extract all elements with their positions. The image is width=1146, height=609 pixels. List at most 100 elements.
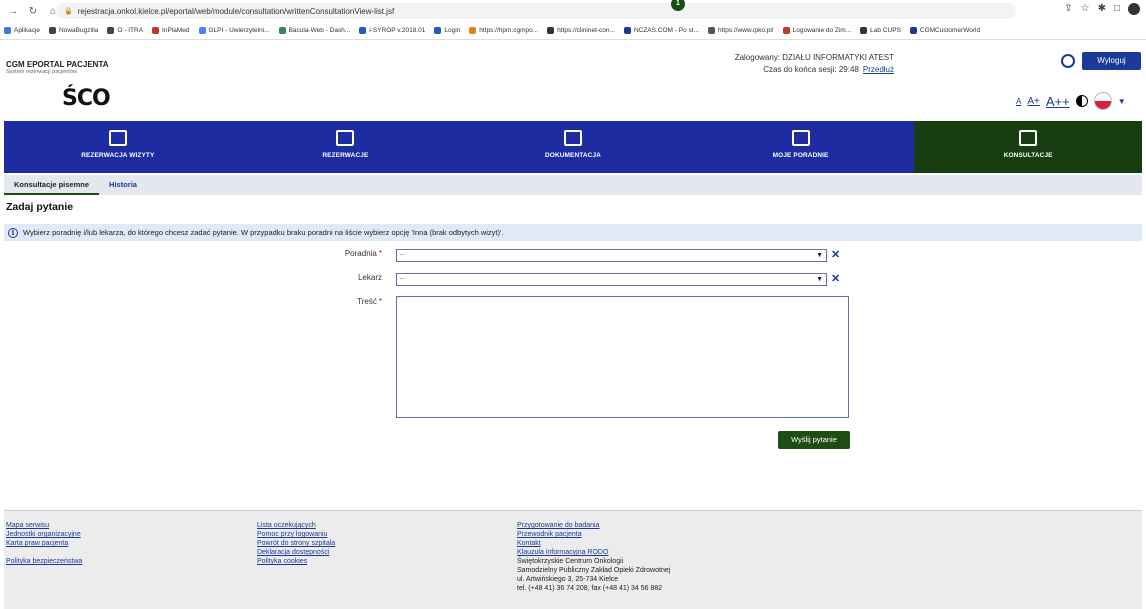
footer-text: Świętokrzyskie Centrum Onkologii xyxy=(517,558,624,565)
bookmark-item[interactable]: Lab CUPS xyxy=(860,27,901,34)
bookmark-item[interactable]: https://hpm.cgmpo... xyxy=(469,27,538,34)
nav-rezerwacja-wizyty[interactable]: REZERWACJA WIZYTY xyxy=(4,121,232,173)
font-small-button[interactable]: A xyxy=(1016,97,1021,106)
footer-link[interactable]: Polityka cookies xyxy=(257,557,335,566)
bookmark-label: Aplikacje xyxy=(14,27,41,34)
bookmark-favicon-icon xyxy=(278,27,286,34)
hospital-icon xyxy=(791,130,810,146)
font-medium-button[interactable]: A+ xyxy=(1027,96,1040,107)
page-title: Zadaj pytanie xyxy=(6,201,74,213)
logged-label: Zalogowany: xyxy=(734,53,781,62)
bookmark-item[interactable]: CGMCustomerWorld xyxy=(909,27,980,34)
reload-icon[interactable]: ↻ xyxy=(26,6,40,17)
bookmark-favicon-icon xyxy=(107,27,115,34)
bookmark-favicon-icon xyxy=(623,27,631,34)
nav-dokumentacja[interactable]: DOKUMENTACJA xyxy=(459,121,687,173)
url-field[interactable]: 🔒 rejestracja.onkol.kielce.pl/eportal/we… xyxy=(56,3,1016,19)
url-text: rejestracja.onkol.kielce.pl/eportal/web/… xyxy=(77,6,395,16)
tab-konsultacje-pisemne[interactable]: Konsultacje pisemne xyxy=(4,175,100,195)
polish-flag-icon[interactable] xyxy=(1093,92,1112,110)
nav-konsultacje[interactable]: KONSULTACJE xyxy=(914,121,1142,173)
accessibility-controls: A A+ A++ ▼ xyxy=(1016,92,1126,110)
extensions-icon[interactable]: ✱ xyxy=(1098,3,1106,15)
required-mark: * xyxy=(378,297,382,306)
user-circle-icon[interactable] xyxy=(1061,54,1075,68)
footer-link[interactable]: Jednostki organizacyjne xyxy=(6,530,82,539)
footer-link[interactable]: Polityka bezpieczeństwa xyxy=(6,557,82,566)
profile-avatar[interactable] xyxy=(1128,3,1140,15)
question-textarea[interactable] xyxy=(396,296,849,418)
extend-session-link[interactable]: Przedłuż xyxy=(863,65,894,74)
nav-label: REZERWACJA WIZYTY xyxy=(81,152,155,159)
footer-link[interactable]: Pomoc przy logowaniu xyxy=(257,530,335,539)
footer-col-1: Mapa serwisu Jednostki organizacyjne Kar… xyxy=(6,521,82,566)
bookmark-label: O - ITRA xyxy=(117,27,144,34)
clear-clinic-icon[interactable]: ✕ xyxy=(831,249,840,261)
nav-label: REZERWACJE xyxy=(322,152,369,159)
footer-link[interactable]: Przygotowanie do badania xyxy=(517,521,670,530)
font-large-button[interactable]: A++ xyxy=(1046,94,1070,109)
nav-moje-poradnie[interactable]: MOJE PORADNIE xyxy=(687,121,915,173)
send-question-button[interactable]: Wyślij pytanie xyxy=(778,431,850,449)
footer-link[interactable]: Lista oczekujących xyxy=(257,521,335,530)
bookmark-item[interactable]: NowaBugzilla xyxy=(49,27,98,34)
clinic-label: Poradnia * xyxy=(262,249,382,258)
bookmark-item[interactable]: Bacula-Web - Dash... xyxy=(278,27,351,34)
contrast-icon[interactable] xyxy=(1075,95,1088,107)
bookmark-item[interactable]: InPlaMed xyxy=(152,27,190,34)
bookmark-favicon-icon xyxy=(152,27,160,34)
clinic-label-text: Poradnia xyxy=(344,249,377,258)
info-text: Wybierz poradnię i/lub lekarza, do które… xyxy=(23,228,504,237)
nav-label: KONSULTACJE xyxy=(1003,152,1053,159)
nav-label: DOKUMENTACJA xyxy=(545,152,601,159)
bookmark-item[interactable]: i-SYROP v.2018.01 xyxy=(359,27,425,34)
bookmark-item[interactable]: https://clininet-con... xyxy=(547,27,615,34)
bookmark-item[interactable]: NCZAS.COM - Po st... xyxy=(623,27,699,34)
bookmark-item[interactable]: O - ITRA xyxy=(107,27,143,34)
bookmark-item[interactable]: Login xyxy=(434,27,460,34)
doctor-select[interactable]: -- ▼ xyxy=(396,273,827,286)
star-icon[interactable]: ☆ xyxy=(1081,3,1090,15)
session-label: Czas do końca sesji: xyxy=(763,65,837,74)
clinic-select[interactable]: -- ▼ xyxy=(396,249,827,262)
logout-button[interactable]: Wyloguj xyxy=(1082,52,1141,70)
tab-historia[interactable]: Historia xyxy=(99,175,147,195)
bookmark-favicon-icon xyxy=(547,27,555,34)
nav-rezerwacje[interactable]: REZERWACJE xyxy=(232,121,460,173)
footer-text: Samodzielny Publiczny Zakład Opieki Zdro… xyxy=(517,567,671,574)
footer-link[interactable]: Deklaracja dostępności xyxy=(257,548,335,557)
bookmark-label: https://hpm.cgmpo... xyxy=(479,27,539,34)
share-icon[interactable]: ⇪ xyxy=(1064,3,1072,15)
info-icon: i xyxy=(8,227,18,238)
calendar-check-icon xyxy=(108,130,127,146)
bookmark-item[interactable]: https://www.ipko.pl/ xyxy=(707,27,774,34)
sco-logo[interactable]: ŚCO xyxy=(62,86,111,111)
footer-link[interactable]: Klauzula informacyjna RODO xyxy=(517,548,670,557)
logged-user: DZIAŁU INFORMATYKI ATEST xyxy=(782,53,894,62)
clinic-select-value: -- xyxy=(400,252,405,259)
bookmark-item[interactable]: Aplikacje xyxy=(4,27,40,34)
window-icon[interactable]: □ xyxy=(1114,3,1120,15)
chevron-down-icon: ▼ xyxy=(816,252,823,259)
bookmark-label: i-SYROP v.2018.01 xyxy=(369,27,426,34)
session-info: Zalogowany: DZIAŁU INFORMATYKI ATEST Cza… xyxy=(694,52,894,76)
footer: Mapa serwisu Jednostki organizacyjne Kar… xyxy=(4,510,1142,609)
chevron-down-icon[interactable]: ▼ xyxy=(1118,97,1126,106)
bookmark-label: https://clininet-con... xyxy=(557,27,615,34)
clear-doctor-icon[interactable]: ✕ xyxy=(831,273,840,285)
bookmark-label: Bacula-Web - Dash... xyxy=(288,27,351,34)
nav-label: MOJE PORADNIE xyxy=(772,152,829,159)
forward-arrow-icon[interactable]: → xyxy=(6,6,20,17)
footer-link[interactable]: Karta praw pacjenta xyxy=(6,539,82,548)
bookmark-item[interactable]: Logowanie do Zim... xyxy=(782,27,851,34)
footer-link[interactable]: Przewodnik pacjenta xyxy=(517,530,670,539)
footer-text: tel. (+48 41) 36 74 208, fax (+48 41) 34… xyxy=(517,585,663,592)
footer-link[interactable]: Powrót do strony szpitala xyxy=(257,539,335,548)
bookmarks-bar: Aplikacje NowaBugzilla O - ITRA InPlaMed GLP… xyxy=(0,22,1146,40)
bookmark-favicon-icon xyxy=(4,27,11,34)
lock-icon: 🔒 xyxy=(64,8,73,15)
footer-link[interactable]: Mapa serwisu xyxy=(6,521,82,530)
bookmark-label: Login xyxy=(444,27,461,34)
footer-link[interactable]: Kontakt xyxy=(517,539,670,548)
bookmark-item[interactable]: GLPI - Uwierzytelni... xyxy=(198,27,270,34)
